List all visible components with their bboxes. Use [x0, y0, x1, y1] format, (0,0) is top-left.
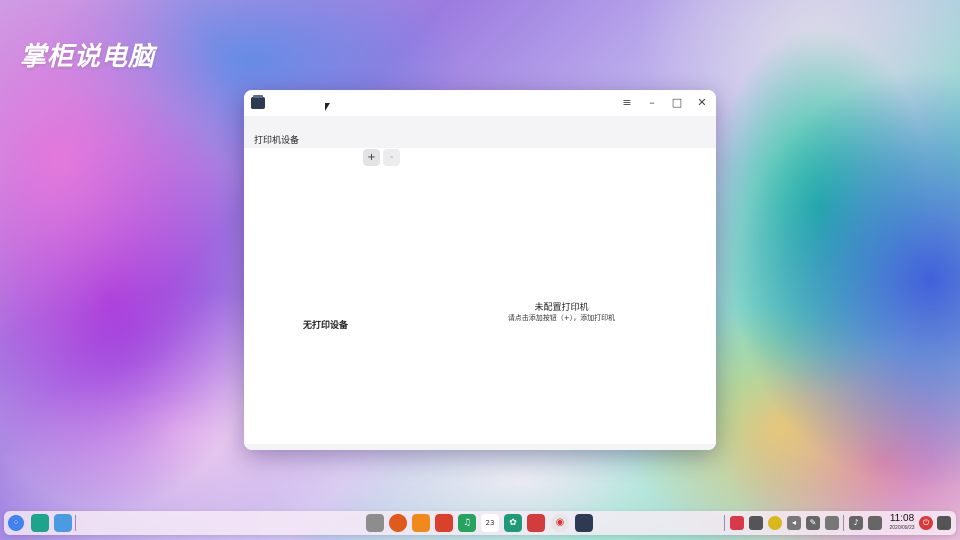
desktop-watermark-logo: 掌柜说电脑 [20, 42, 156, 72]
firefox-icon[interactable] [389, 514, 407, 532]
printer-app-icon [251, 95, 265, 109]
launcher-icon[interactable]: ⁘ [8, 515, 24, 531]
window-content: 未配置打印机 请点击添加按钮（+），添加打印机 打印机设备 无打印设备 + - [244, 116, 716, 450]
dock-divider-left [75, 515, 76, 531]
tray-app-icon[interactable] [749, 516, 763, 530]
app-store-icon[interactable] [412, 514, 430, 532]
window-menu-button[interactable]: ≡ [616, 93, 638, 113]
close-button[interactable]: ✕ [691, 93, 713, 113]
printer-sidebar: 打印机设备 无打印设备 [244, 122, 407, 442]
multitasking-view-icon[interactable] [31, 514, 49, 532]
volume-icon[interactable]: ◂ [787, 516, 801, 530]
pen-tool-icon[interactable]: ✎ [806, 516, 820, 530]
video-player-icon[interactable] [527, 514, 545, 532]
network-icon[interactable] [825, 516, 839, 530]
add-printer-hint: 请点击添加按钮（+），添加打印机 [507, 314, 616, 322]
maximize-button[interactable]: □ [666, 93, 688, 113]
notification-bell-icon[interactable]: ♪ [849, 516, 863, 530]
no-printer-devices-label: 无打印设备 [302, 321, 348, 331]
mouse-cursor-icon [325, 103, 330, 111]
screen-recorder-icon[interactable] [730, 516, 744, 530]
calendar-icon[interactable]: 23 [481, 514, 499, 532]
music-icon[interactable]: ♫ [458, 514, 476, 532]
trash-icon[interactable] [937, 516, 951, 530]
file-manager-icon[interactable] [366, 514, 384, 532]
settings-gear-icon[interactable]: ✿ [504, 514, 522, 532]
taskbar-dock: ⁘ ♫ 23 ✿ ◉ ◂ ✎ ♪ 11:08 2020/09/23 ⏻ [4, 511, 956, 535]
add-printer-button[interactable]: + [363, 149, 380, 166]
print-manager-window: ≡ – □ ✕ 未配置打印机 请点击添加按钮（+），添加打印机 打印机设备 无打… [244, 90, 716, 450]
titlebar[interactable]: ≡ – □ ✕ [244, 90, 716, 116]
printer-devices-title: 打印机设备 [254, 136, 300, 146]
clock-date[interactable]: 2020/09/23 [884, 525, 920, 531]
chrome-browser-icon[interactable]: ◉ [551, 514, 569, 532]
shutdown-icon[interactable]: ⏻ [919, 516, 933, 530]
power-saving-icon[interactable] [768, 516, 782, 530]
minimize-button[interactable]: – [641, 93, 663, 113]
clock-time[interactable]: 11:08 [884, 513, 920, 524]
dock-divider-right [724, 515, 725, 531]
tray-divider [843, 515, 844, 531]
show-desktop-icon[interactable] [54, 514, 72, 532]
remove-printer-button[interactable]: - [383, 149, 400, 166]
image-viewer-icon[interactable] [435, 514, 453, 532]
no-printer-configured-title: 未配置打印机 [534, 303, 589, 313]
printer-app-dock-icon[interactable] [575, 514, 593, 532]
keyboard-icon[interactable] [868, 516, 882, 530]
